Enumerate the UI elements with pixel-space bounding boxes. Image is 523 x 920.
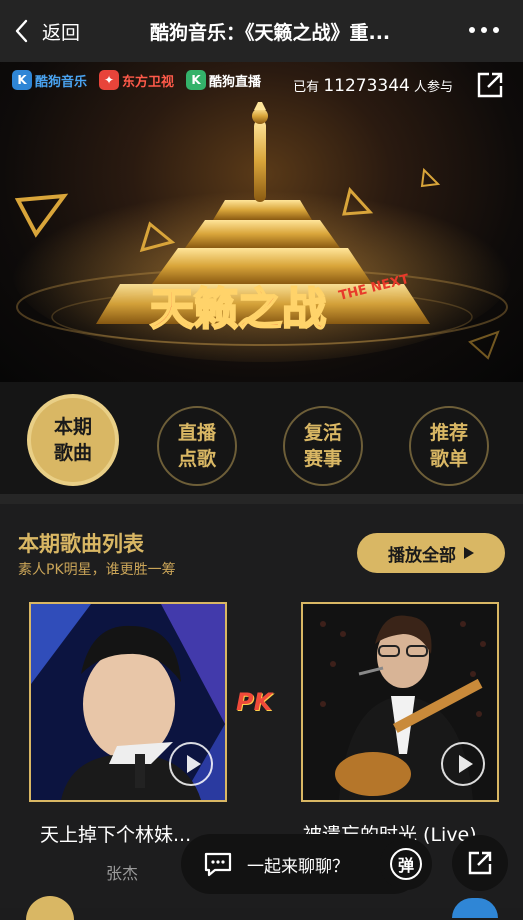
- dragon-tv-logo-icon: ✦: [99, 70, 120, 90]
- participants-suffix: 人参与: [413, 80, 453, 95]
- more-options-button[interactable]: [469, 22, 499, 38]
- play-overlay-icon[interactable]: [441, 742, 485, 786]
- share-icon[interactable]: [475, 70, 505, 100]
- nav-revival-match[interactable]: 复活赛事: [283, 406, 363, 486]
- play-overlay-icon[interactable]: [169, 742, 213, 786]
- danmaku-toggle-button[interactable]: 弹: [380, 838, 432, 890]
- participants-prefix: 已有: [293, 80, 320, 95]
- back-label: 返回: [42, 21, 81, 44]
- page-title: 酷狗音乐：《天籁之战》重...: [150, 22, 391, 44]
- nav-label: 复活赛事: [303, 422, 342, 470]
- nav-label: 本期歌曲: [53, 416, 92, 464]
- brand-label: 东方卫视: [122, 74, 175, 90]
- pk-badge: PK: [236, 688, 273, 716]
- show-logo-text: 天籁之战: [150, 284, 326, 335]
- brand-kugou-live: K 酷狗直播: [186, 70, 261, 90]
- section-title: 本期歌曲列表: [18, 532, 144, 556]
- section-divider: [0, 494, 523, 504]
- brand-label: 酷狗直播: [209, 74, 262, 90]
- brand-logos: K 酷狗音乐 ✦ 东方卫视 K 酷狗直播: [12, 70, 261, 90]
- play-all-label: 播放全部: [388, 545, 456, 566]
- share-icon: [468, 851, 492, 875]
- nav-label: 直播点歌: [177, 422, 216, 470]
- chevron-left-icon: [15, 19, 28, 43]
- song-title[interactable]: 天上掉下个林妹...: [40, 820, 191, 847]
- more-dot-icon: [493, 27, 499, 33]
- nav-live-request[interactable]: 直播点歌: [157, 406, 237, 486]
- show-banner[interactable]: 天籁之战 THE NEXT K 酷狗音乐 ✦ 东方卫视 K 酷狗直播 已有 11…: [0, 62, 523, 382]
- nav-recommended-playlists[interactable]: 推荐歌单: [409, 406, 489, 486]
- participants-number: 11273344: [323, 76, 410, 96]
- artist-name: 张杰: [106, 864, 139, 883]
- more-dot-icon: [481, 27, 487, 33]
- play-all-button[interactable]: 播放全部: [357, 533, 505, 573]
- more-dot-icon: [469, 27, 475, 33]
- brand-kugou: K 酷狗音乐: [12, 70, 87, 90]
- chat-label: 一起来聊聊？: [247, 856, 349, 877]
- brand-dragon-tv: ✦ 东方卫视: [99, 70, 174, 90]
- show-logo-illustration: 天籁之战 THE NEXT: [12, 102, 512, 362]
- back-button[interactable]: 返回: [14, 11, 124, 51]
- kugou-live-logo-icon: K: [186, 70, 207, 90]
- nav-current-songs[interactable]: 本期歌曲: [27, 394, 119, 486]
- chat-bubble-icon: [204, 852, 232, 877]
- play-icon: [464, 547, 474, 559]
- song-card-cover[interactable]: [301, 602, 499, 802]
- song-card-cover[interactable]: [29, 602, 227, 802]
- top-bar: 返回 酷狗音乐：《天籁之战》重...: [0, 0, 523, 62]
- brand-label: 酷狗音乐: [35, 74, 88, 90]
- nav-label: 推荐歌单: [429, 422, 468, 470]
- share-button[interactable]: [452, 835, 508, 891]
- danmaku-icon: 弹: [390, 848, 422, 880]
- category-nav: 本期歌曲 直播点歌 复活赛事 推荐歌单: [0, 382, 523, 494]
- participants-count: 已有 11273344 人参与: [293, 76, 453, 96]
- kugou-logo-icon: K: [12, 70, 32, 90]
- section-subtitle: 素人PK明星，谁更胜一筹: [18, 562, 176, 578]
